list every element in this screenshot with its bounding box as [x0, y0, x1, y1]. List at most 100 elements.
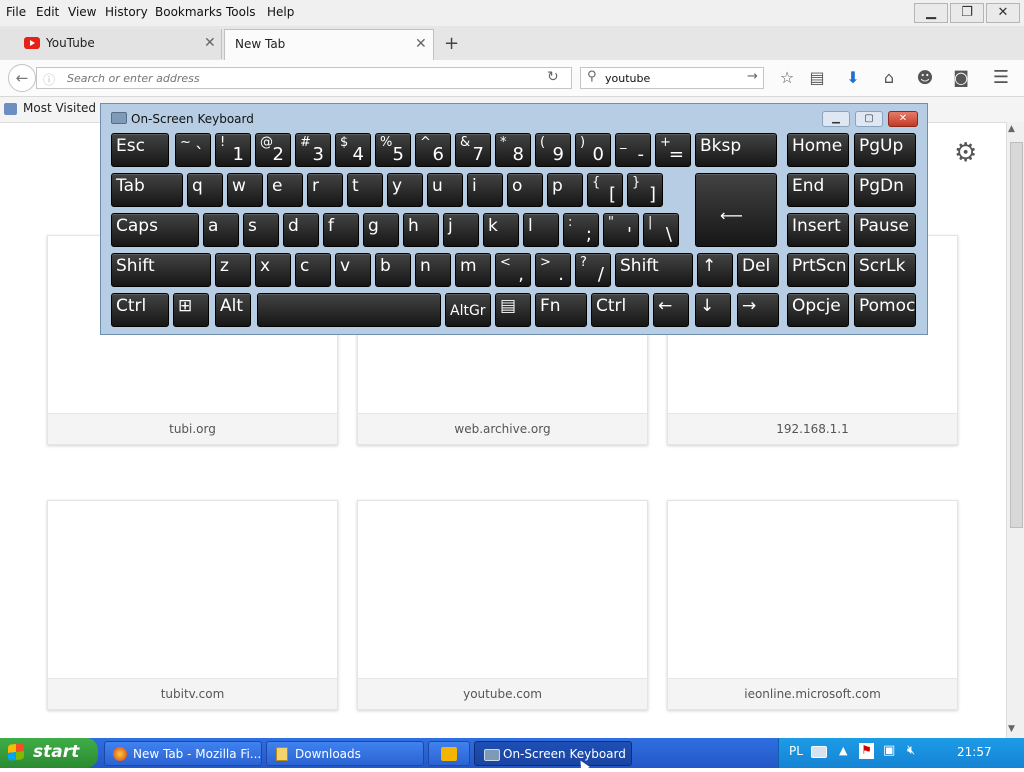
key-l[interactable]: l — [523, 213, 559, 247]
key-h[interactable]: h — [403, 213, 439, 247]
key-key3-9[interactable]: >. — [535, 253, 571, 287]
key-caps[interactable]: Caps — [111, 213, 199, 247]
key-key0-12[interactable]: _ - — [615, 133, 651, 167]
key-n[interactable]: n — [415, 253, 451, 287]
key-pomoc[interactable]: Pomoc — [854, 293, 916, 327]
key-key3-12[interactable]: ↑ — [697, 253, 733, 287]
back-button[interactable]: ← — [8, 64, 36, 92]
osk-minimize-button[interactable]: ▁ — [822, 111, 850, 127]
key-j[interactable]: j — [443, 213, 479, 247]
osk-maximize-button[interactable]: ▢ — [855, 111, 883, 127]
key-key3-10[interactable]: ? / — [575, 253, 611, 287]
key-m[interactable]: m — [455, 253, 491, 287]
key-blank[interactable] — [257, 293, 441, 327]
key-scrlk[interactable]: ScrLk — [854, 253, 916, 287]
key-i[interactable]: i — [467, 173, 503, 207]
key-q[interactable]: q — [187, 173, 223, 207]
close-tab-icon[interactable]: ✕ — [415, 36, 427, 52]
key-alt[interactable]: Alt — [215, 293, 251, 327]
close-window-button[interactable]: ✕ — [986, 3, 1020, 23]
osk-title-bar[interactable]: On-Screen Keyboard ▁ ▢ ✕ — [101, 104, 927, 130]
close-tab-icon[interactable]: ✕ — [204, 35, 216, 51]
home-icon[interactable]: ⌂ — [878, 68, 900, 88]
key-bksp[interactable]: Bksp — [695, 133, 777, 167]
key-key1-12[interactable]: }] — [627, 173, 663, 207]
key-2[interactable]: @2 — [255, 133, 291, 167]
key-z[interactable]: z — [215, 253, 251, 287]
key-r[interactable]: r — [307, 173, 343, 207]
key-3[interactable]: #3 — [295, 133, 331, 167]
key-7[interactable]: & 7 — [455, 133, 491, 167]
download-icon[interactable]: ⬇ — [842, 68, 864, 88]
new-tab-button[interactable]: + — [444, 33, 459, 54]
key-pgup[interactable]: PgUp — [854, 133, 916, 167]
key-opcje[interactable]: Opcje — [787, 293, 849, 327]
start-button[interactable]: start — [0, 738, 98, 768]
key-p[interactable]: p — [547, 173, 583, 207]
menu-item-tools[interactable]: Tools — [226, 5, 257, 19]
search-go-icon[interactable]: → — [747, 69, 758, 84]
scroll-up-icon[interactable]: ▲ — [1008, 124, 1015, 134]
key-key1-11[interactable]: {[ — [587, 173, 623, 207]
bookmark-star-icon[interactable]: ☆ — [776, 68, 798, 88]
menu-item-file[interactable]: File — [6, 5, 27, 19]
taskbar-item-firefox[interactable]: New Tab - Mozilla Fi... — [104, 741, 262, 766]
top-site-tile[interactable]: youtube.com — [357, 500, 648, 710]
address-input[interactable] — [67, 69, 537, 87]
key-g[interactable]: g — [363, 213, 399, 247]
key-key3-8[interactable]: <, — [495, 253, 531, 287]
taskbar-item-media[interactable] — [428, 741, 470, 766]
key-shift[interactable]: Shift — [111, 253, 211, 287]
key-key0-13[interactable]: + = — [655, 133, 691, 167]
key-fn[interactable]: Fn — [535, 293, 587, 327]
key-s[interactable]: s — [243, 213, 279, 247]
scroll-thumb[interactable] — [1010, 142, 1023, 528]
minimize-button[interactable]: ▁ — [914, 3, 948, 23]
hello-icon[interactable]: ☻ — [914, 68, 936, 88]
key-0[interactable]: ) 0 — [575, 133, 611, 167]
network-icon[interactable]: ▣ — [883, 743, 895, 758]
key-c[interactable]: c — [295, 253, 331, 287]
key-blank[interactable]: ⟵ — [695, 173, 777, 247]
osk-close-button[interactable]: ✕ — [888, 111, 918, 127]
key-key4-10[interactable]: → — [737, 293, 779, 327]
taskbar-item-osk[interactable]: On-Screen Keyboard — [474, 741, 632, 766]
key-4[interactable]: $4 — [335, 133, 371, 167]
hamburger-menu-icon[interactable]: ☰ — [990, 68, 1012, 88]
tab-youtube[interactable]: YouTube ✕ — [0, 29, 222, 59]
key-e[interactable]: e — [267, 173, 303, 207]
key-key2-10[interactable]: :; — [563, 213, 599, 247]
pocket-icon[interactable]: ◙ — [950, 68, 972, 88]
most-visited-folder[interactable]: Most Visited — [4, 101, 96, 115]
language-indicator[interactable]: PL — [789, 744, 803, 758]
key-key4-9[interactable]: ↓ — [695, 293, 731, 327]
key-t[interactable]: t — [347, 173, 383, 207]
key-pgdn[interactable]: PgDn — [854, 173, 916, 207]
settings-gear-icon[interactable]: ⚙ — [954, 138, 977, 168]
key-insert[interactable]: Insert — [787, 213, 849, 247]
menu-item-history[interactable]: History — [105, 5, 149, 19]
top-site-tile[interactable]: ieonline.microsoft.com — [667, 500, 958, 710]
key-tab[interactable]: Tab — [111, 173, 183, 207]
key-esc[interactable]: Esc — [111, 133, 169, 167]
key-x[interactable]: x — [255, 253, 291, 287]
key-key2-11[interactable]: " ' — [603, 213, 639, 247]
key-k[interactable]: k — [483, 213, 519, 247]
vertical-scrollbar[interactable]: ▲ ▼ — [1006, 122, 1024, 738]
reload-icon[interactable]: ↻ — [547, 69, 559, 85]
restore-button[interactable]: ❐ — [950, 3, 984, 23]
volume-muted-icon[interactable]: 🔇︎ — [907, 743, 915, 758]
key-altgr[interactable]: AltGr — [445, 293, 491, 327]
menu-item-bookmarks[interactable]: Bookmarks — [155, 5, 223, 19]
key-key4-5[interactable]: ▤ — [495, 293, 531, 327]
key-key0-1[interactable]: ~ ` — [175, 133, 211, 167]
key-o[interactable]: o — [507, 173, 543, 207]
key-b[interactable]: b — [375, 253, 411, 287]
key-home[interactable]: Home — [787, 133, 849, 167]
on-screen-keyboard-window[interactable]: On-Screen Keyboard ▁ ▢ ✕ Esc ~ `! 1 @2 #3 $4% 5… — [100, 103, 928, 335]
address-bar[interactable]: ⓘ ↻ — [36, 67, 572, 89]
menu-item-help[interactable]: Help — [267, 5, 295, 19]
key-y[interactable]: y — [387, 173, 423, 207]
info-icon[interactable]: ⓘ — [43, 71, 55, 88]
scroll-down-icon[interactable]: ▼ — [1008, 724, 1015, 734]
